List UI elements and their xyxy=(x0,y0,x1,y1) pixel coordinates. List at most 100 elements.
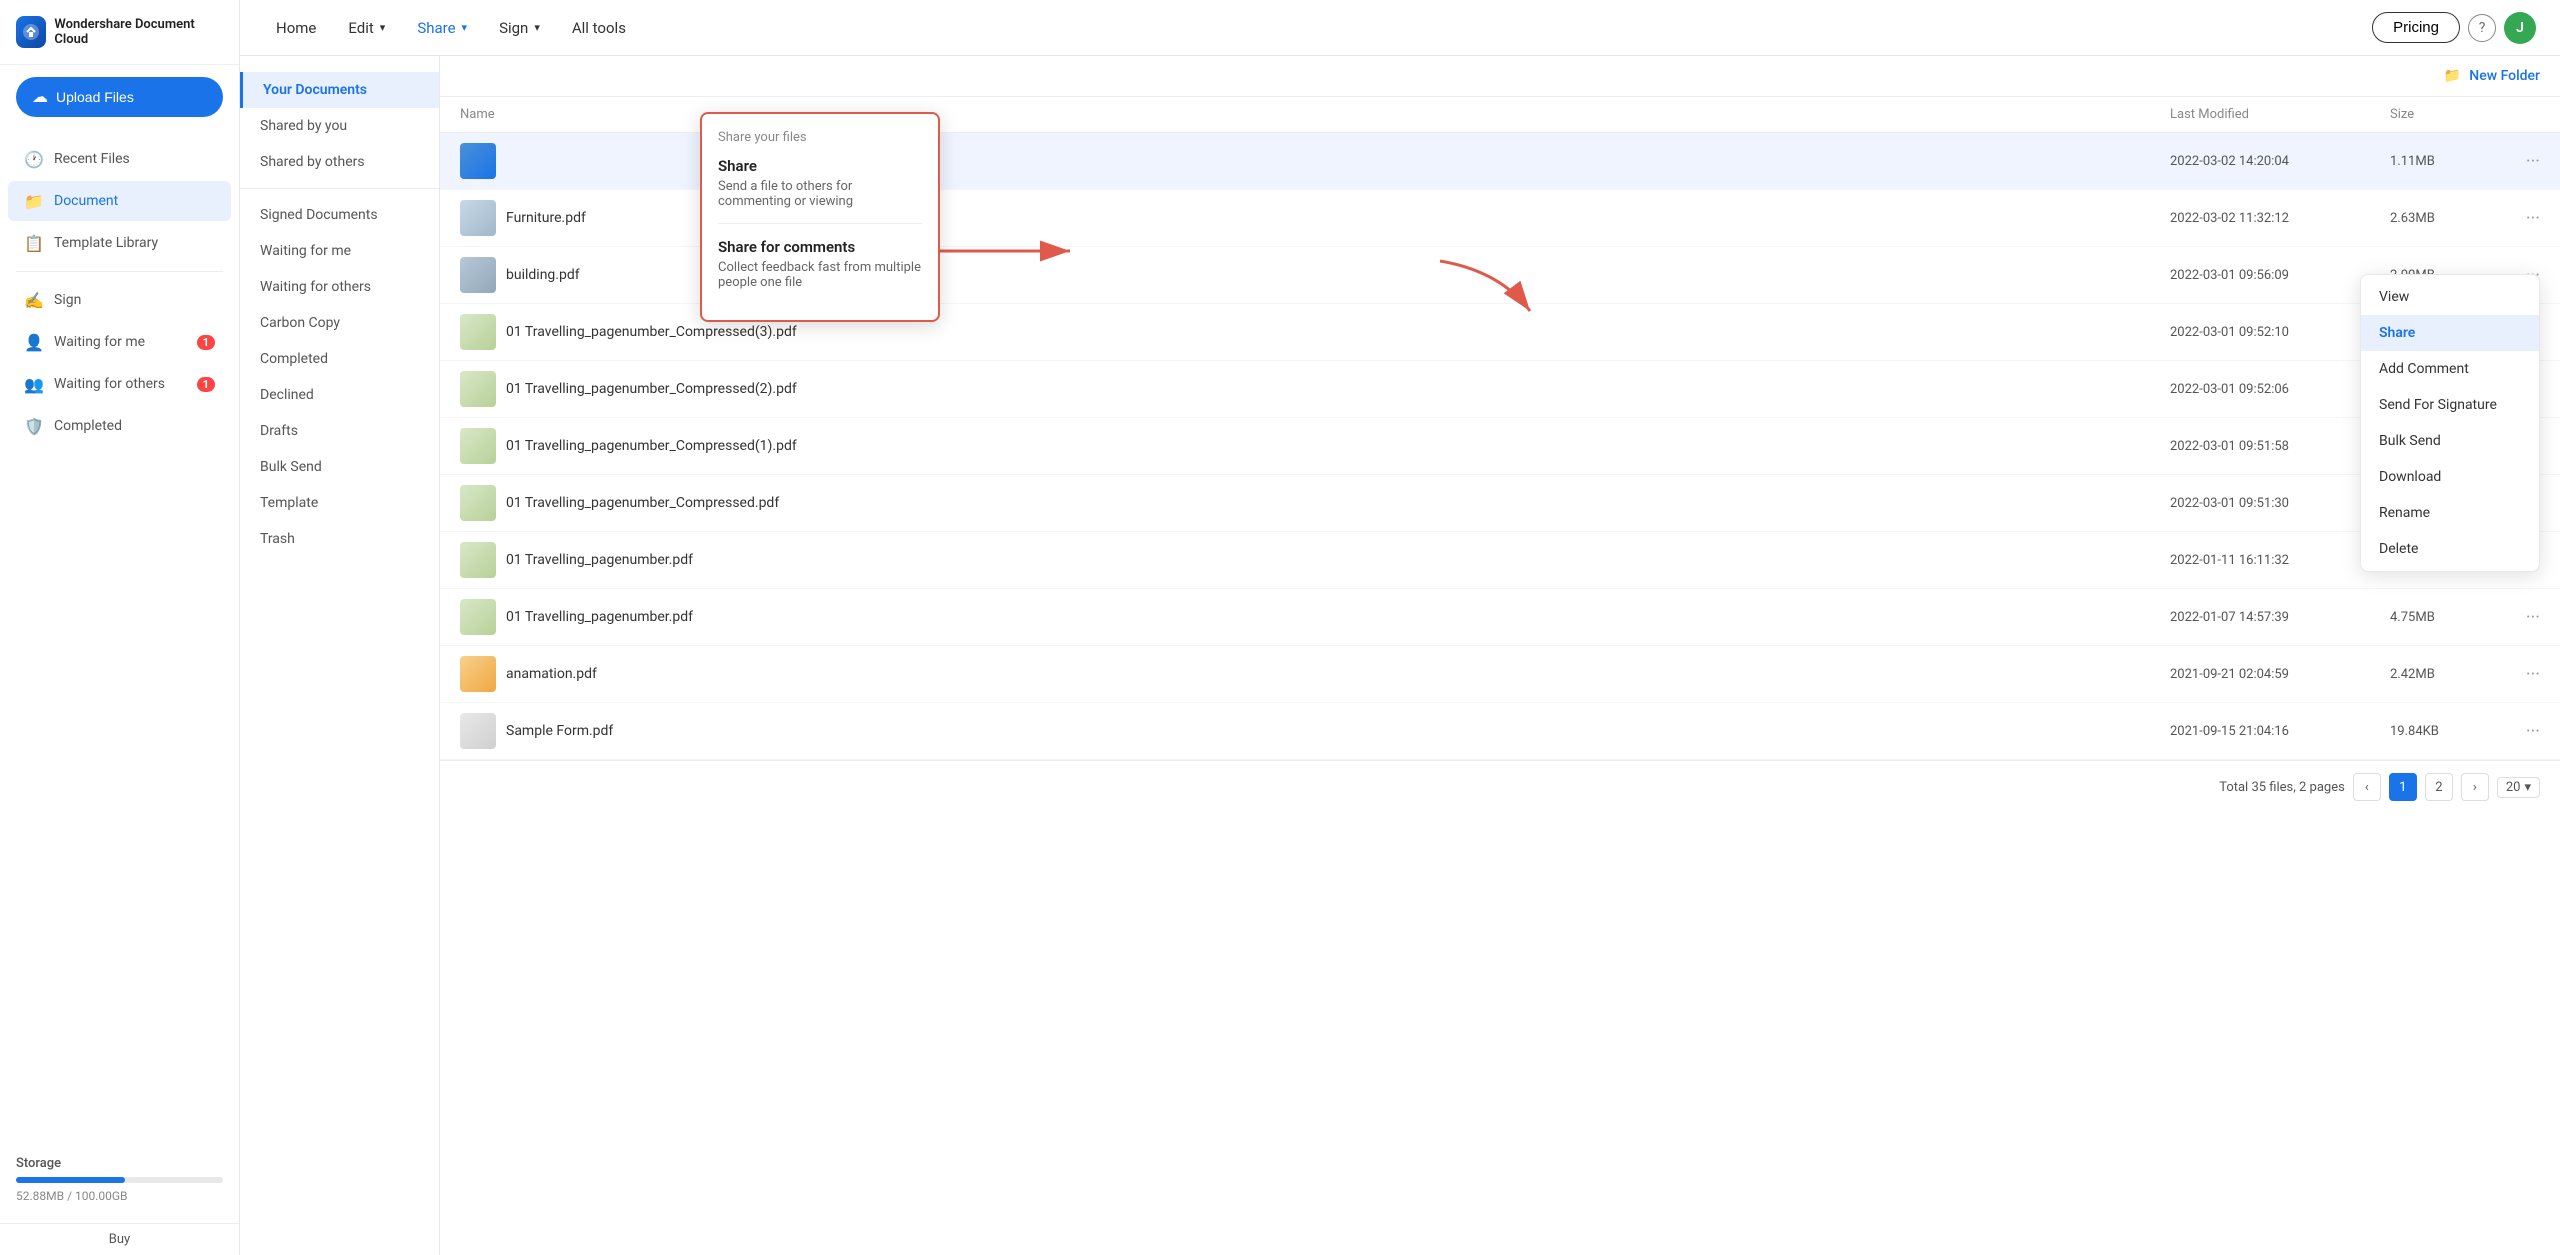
file-date: 2022-01-11 16:11:32 xyxy=(2170,553,2390,568)
context-bulk-send[interactable]: Bulk Send xyxy=(2361,423,2539,459)
doc-nav-waiting-me[interactable]: Waiting for me xyxy=(240,233,439,269)
context-view[interactable]: View xyxy=(2361,279,2539,315)
waiting-others-badge: 1 xyxy=(197,377,215,392)
table-row[interactable]: 01 Travelling_pagenumber_Compressed(2).p… xyxy=(440,361,2560,418)
sidebar-item-sign[interactable]: ✍️ Sign xyxy=(8,280,231,320)
doc-nav-shared-by-you[interactable]: Shared by you xyxy=(240,108,439,144)
table-row[interactable]: 01 Travelling_pagenumber.pdf 2022-01-11 … xyxy=(440,532,2560,589)
doc-nav-template[interactable]: Template xyxy=(240,485,439,521)
divider-1 xyxy=(16,271,223,272)
prev-page-button[interactable]: ‹ xyxy=(2353,773,2381,801)
sidebar-nav: 🕐 Recent Files 📁 Document 📋 Template Lib… xyxy=(0,129,239,1144)
sidebar-item-document[interactable]: 📁 Document xyxy=(8,181,231,221)
topnav-sign[interactable]: Sign ▾ xyxy=(487,11,552,45)
file-date: 2022-03-01 09:56:09 xyxy=(2170,268,2390,283)
share-chevron: ▾ xyxy=(462,21,468,34)
context-add-comment[interactable]: Add Comment xyxy=(2361,351,2539,387)
file-name: anamation.pdf xyxy=(506,666,597,682)
share-dropdown: Share your files Share Send a file to ot… xyxy=(700,112,940,322)
storage-label: Storage xyxy=(16,1156,223,1171)
file-thumbnail xyxy=(460,200,496,236)
sidebar-item-label: Recent Files xyxy=(54,151,130,167)
more-options-button[interactable]: ··· xyxy=(2510,208,2540,229)
context-menu: View Share Add Comment Send For Signatur… xyxy=(2360,274,2540,572)
help-button[interactable]: ? xyxy=(2468,14,2496,42)
buy-button[interactable]: Buy xyxy=(0,1223,239,1255)
more-options-button[interactable]: ··· xyxy=(2510,721,2540,742)
more-options-button[interactable]: ··· xyxy=(2510,607,2540,628)
file-name-cell: 01 Travelling_pagenumber_Compressed(1).p… xyxy=(460,428,2170,464)
file-name: Sample Form.pdf xyxy=(506,723,613,739)
table-row[interactable]: Sample Form.pdf 2021-09-15 21:04:16 19.8… xyxy=(440,703,2560,760)
doc-nav-drafts[interactable]: Drafts xyxy=(240,413,439,449)
file-date: 2022-03-02 11:32:12 xyxy=(2170,211,2390,226)
storage-section: Storage 52.88MB / 100.00GB xyxy=(0,1144,239,1215)
topnav-share[interactable]: Share ▾ xyxy=(405,11,479,45)
doc-nav-bulk-send[interactable]: Bulk Send xyxy=(240,449,439,485)
col-last-modified: Last Modified xyxy=(2170,107,2390,122)
sign-icon: ✍️ xyxy=(24,290,44,310)
file-size: 1.11MB xyxy=(2390,154,2510,169)
more-options-button[interactable]: ··· xyxy=(2510,151,2540,172)
table-row[interactable]: 01 Travelling_pagenumber_Compressed.pdf … xyxy=(440,475,2560,532)
doc-nav-declined[interactable]: Declined xyxy=(240,377,439,413)
file-thumbnail xyxy=(460,485,496,521)
file-date: 2021-09-21 02:04:59 xyxy=(2170,667,2390,682)
file-name-cell: 01 Travelling_pagenumber.pdf xyxy=(460,599,2170,635)
table-row[interactable]: anamation.pdf 2021-09-21 02:04:59 2.42MB… xyxy=(440,646,2560,703)
topnav-home[interactable]: Home xyxy=(264,11,328,45)
doc-nav-waiting-others[interactable]: Waiting for others xyxy=(240,269,439,305)
doc-nav-divider xyxy=(240,188,439,189)
document-nav: Your Documents Shared by you Shared by o… xyxy=(240,56,440,1255)
waiting-others-icon: 👥 xyxy=(24,374,44,394)
sidebar-item-recent[interactable]: 🕐 Recent Files xyxy=(8,139,231,179)
avatar[interactable]: J xyxy=(2504,12,2536,44)
page-1-button[interactable]: 1 xyxy=(2389,773,2417,801)
share-option1-title[interactable]: Share xyxy=(718,157,922,175)
document-icon: 📁 xyxy=(24,191,44,211)
file-size: 2.63MB xyxy=(2390,211,2510,226)
doc-nav-shared-by-others[interactable]: Shared by others xyxy=(240,144,439,180)
more-options-button[interactable]: ··· xyxy=(2510,664,2540,685)
topnav-edit[interactable]: Edit ▾ xyxy=(336,11,397,45)
doc-nav-trash[interactable]: Trash xyxy=(240,521,439,557)
sidebar-item-waiting-others[interactable]: 👥 Waiting for others 1 xyxy=(8,364,231,404)
template-icon: 📋 xyxy=(24,233,44,253)
doc-nav-your-documents[interactable]: Your Documents xyxy=(240,72,439,108)
table-row[interactable]: 01 Travelling_pagenumber.pdf 2022-01-07 … xyxy=(440,589,2560,646)
context-rename[interactable]: Rename xyxy=(2361,495,2539,531)
logo-icon xyxy=(16,16,46,48)
share-option2-title[interactable]: Share for comments xyxy=(718,238,922,256)
next-page-button[interactable]: › xyxy=(2461,773,2489,801)
waiting-me-icon: 👤 xyxy=(24,332,44,352)
context-download[interactable]: Download xyxy=(2361,459,2539,495)
storage-bar xyxy=(16,1177,223,1183)
doc-nav-completed[interactable]: Completed xyxy=(240,341,439,377)
file-name: building.pdf xyxy=(506,267,580,283)
table-row[interactable]: 01 Travelling_pagenumber_Compressed(1).p… xyxy=(440,418,2560,475)
context-share[interactable]: Share xyxy=(2361,315,2539,351)
file-thumbnail xyxy=(460,143,496,179)
context-delete[interactable]: Delete xyxy=(2361,531,2539,567)
upload-button[interactable]: ☁ Upload Files xyxy=(16,77,223,117)
page-2-button[interactable]: 2 xyxy=(2425,773,2453,801)
per-page-chevron: ▾ xyxy=(2524,780,2531,795)
file-thumbnail xyxy=(460,542,496,578)
pricing-button[interactable]: Pricing xyxy=(2372,12,2460,43)
topnav-alltools[interactable]: All tools xyxy=(560,11,638,45)
total-files-text: Total 35 files, 2 pages xyxy=(2219,780,2345,795)
doc-nav-signed[interactable]: Signed Documents xyxy=(240,197,439,233)
sidebar-item-waiting-me[interactable]: 👤 Waiting for me 1 xyxy=(8,322,231,362)
sidebar-item-template[interactable]: 📋 Template Library xyxy=(8,223,231,263)
file-name-cell: anamation.pdf xyxy=(460,656,2170,692)
share-dropdown-title: Share your files xyxy=(718,130,922,145)
file-thumbnail xyxy=(460,257,496,293)
doc-nav-carbon-copy[interactable]: Carbon Copy xyxy=(240,305,439,341)
sidebar-item-completed[interactable]: 🛡️ Completed xyxy=(8,406,231,446)
context-send-signature[interactable]: Send For Signature xyxy=(2361,387,2539,423)
file-thumbnail xyxy=(460,599,496,635)
file-name: 01 Travelling_pagenumber_Compressed.pdf xyxy=(506,495,779,511)
per-page-selector[interactable]: 20 ▾ xyxy=(2497,777,2540,798)
new-folder-button[interactable]: 📁 New Folder xyxy=(2444,68,2540,84)
file-name-cell: 01 Travelling_pagenumber_Compressed.pdf xyxy=(460,485,2170,521)
